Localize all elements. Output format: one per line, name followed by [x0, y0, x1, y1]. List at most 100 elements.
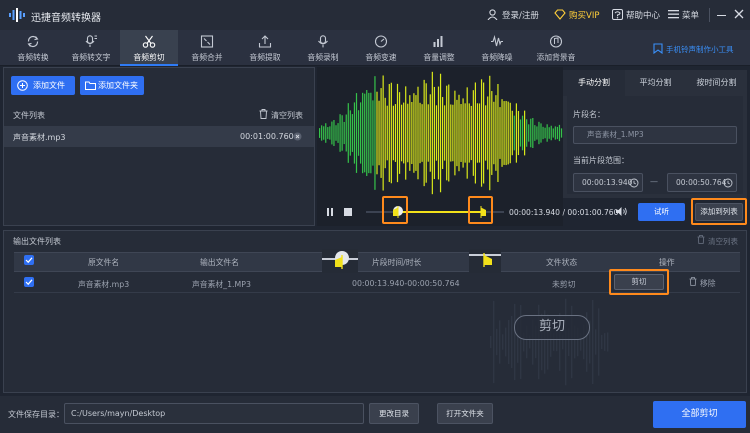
ringtone-tool-link[interactable]: 手机铃声制作小工具	[666, 44, 734, 55]
segment-name-input[interactable]: 声音素材_1.MP3	[573, 126, 737, 144]
waveform-bar	[355, 93, 358, 173]
speed-icon	[374, 35, 388, 48]
tab-time-split[interactable]: 按时间分割	[686, 70, 747, 96]
waveform-bar	[345, 114, 347, 152]
waveform-bar	[325, 123, 327, 143]
zoom-inset-start	[322, 249, 358, 273]
waveform-bar	[528, 124, 530, 142]
waveform-bar	[560, 128, 563, 138]
tab-audio-record[interactable]: 音频录制	[294, 30, 352, 66]
tab-audio-speed[interactable]: 音频变速	[352, 30, 410, 66]
tab-add-background[interactable]: 添加背景音	[526, 30, 586, 66]
tab-volume-adjust[interactable]: 音量调整	[410, 30, 468, 66]
waveform-bar	[380, 88, 382, 178]
zoom-wave-bar	[493, 300, 495, 384]
waveform-bar	[540, 123, 542, 143]
row-checkbox[interactable]	[24, 277, 34, 287]
tab-speech-to-text[interactable]: 音频转文字	[62, 30, 120, 66]
waveform-bar	[337, 123, 339, 143]
waveform-bar	[485, 105, 487, 161]
pause-icon	[327, 208, 329, 216]
waveform-bar	[546, 124, 548, 142]
help-center-link[interactable]: 帮助中心	[626, 9, 660, 21]
tab-label: 音频合并	[191, 53, 223, 62]
close-icon[interactable]	[734, 9, 744, 19]
preview-button[interactable]: 试听	[638, 203, 685, 221]
file-name: 声音素材.mp3	[13, 133, 66, 142]
login-link[interactable]: 登录/注册	[502, 9, 539, 21]
waveform-bar	[349, 110, 351, 156]
zoom-wave-bar	[502, 334, 504, 350]
zoom-start-marker	[335, 255, 343, 269]
remove-row-button[interactable]: 移除	[700, 278, 716, 289]
minimize-button[interactable]	[717, 9, 726, 19]
change-dir-label: 更改目录	[379, 409, 409, 418]
clear-file-list-button[interactable]: 清空列表	[271, 110, 303, 121]
waveform-bar	[431, 71, 433, 195]
zoom-wave-bar	[508, 319, 510, 365]
tab-audio-extract[interactable]: 音频提取	[236, 30, 294, 66]
waveform-display[interactable]	[317, 67, 565, 199]
waveform-bar	[524, 110, 526, 156]
extract-icon	[258, 35, 272, 48]
buy-vip-link[interactable]: 购买VIP	[569, 9, 599, 21]
waveform-bar	[456, 99, 458, 167]
waveform-bar	[521, 115, 524, 151]
segment-name-value: 声音素材_1.MP3	[587, 130, 644, 139]
waveform-bar	[415, 95, 417, 171]
save-dir-value: C:/Users/mayn/Desktop	[71, 409, 166, 418]
pause-button[interactable]	[326, 208, 334, 216]
stop-button[interactable]	[344, 208, 352, 216]
waveform-bar	[333, 120, 335, 146]
save-dir-input[interactable]: C:/Users/mayn/Desktop	[64, 403, 364, 424]
waveform-bar	[388, 84, 390, 182]
time-readout: 00:00:13.940 / 00:01:00.760	[509, 208, 618, 217]
ringtone-tool-icon	[653, 43, 663, 54]
highlight-start-marker	[382, 196, 408, 224]
waveform-bar	[503, 101, 505, 165]
waveform-bar	[343, 121, 345, 145]
waveform-bar	[401, 104, 403, 162]
segment-range-label: 当前片段范围：	[573, 156, 629, 165]
add-file-label: 添加文件	[33, 81, 65, 90]
tab-noise-reduce[interactable]: 音频降噪	[468, 30, 526, 66]
waveform-bar	[542, 126, 544, 140]
open-folder-button[interactable]: 打开文件夹	[437, 403, 493, 424]
tab-label: 音频提取	[249, 53, 281, 62]
zoom-wave-bar	[604, 333, 606, 351]
trash-icon	[697, 235, 705, 244]
tab-audio-convert[interactable]: 音频转换	[4, 30, 62, 66]
waveform-bar	[417, 86, 419, 180]
reset-time-icon[interactable]	[629, 178, 639, 188]
row-output-name: 声音素材_1.MP3	[192, 280, 251, 289]
col-source-name: 原文件名	[88, 258, 120, 267]
tab-manual-split[interactable]: 手动分割	[563, 70, 625, 96]
current-time: 00:00:13.940	[509, 208, 561, 217]
waveform-bar	[341, 115, 343, 151]
highlight-end-marker	[468, 196, 493, 224]
reset-time-icon[interactable]	[723, 178, 733, 188]
waveform-bar	[476, 103, 479, 163]
zoom-wave-bar	[601, 334, 603, 350]
waveform-bar	[411, 102, 413, 164]
trash-icon	[259, 109, 268, 119]
tab-audio-cut[interactable]: 音频剪切	[120, 30, 178, 66]
waveform-bar	[378, 100, 380, 166]
menu-link[interactable]: 菜单	[682, 9, 699, 21]
waveform-bar	[534, 125, 536, 141]
tab-label: 添加背景音	[536, 53, 576, 62]
clear-output-list-button[interactable]: 清空列表	[708, 236, 738, 247]
range-start-value: 00:00:13.940	[582, 178, 633, 187]
change-dir-button[interactable]: 更改目录	[369, 403, 419, 424]
waveform-bar	[530, 118, 532, 148]
zoom-waveform-decoration	[490, 298, 609, 386]
waveform-bar	[351, 114, 353, 152]
waveform-bar	[321, 125, 323, 141]
remove-file-icon[interactable]	[293, 132, 302, 141]
cut-all-button[interactable]: 全部剪切	[653, 401, 746, 428]
volume-icon[interactable]	[615, 206, 627, 217]
tab-audio-merge[interactable]: 音频合并	[178, 30, 236, 66]
tab-average-split[interactable]: 平均分割	[625, 70, 686, 96]
select-all-checkbox[interactable]	[24, 255, 34, 265]
waveform-bar	[499, 107, 501, 159]
